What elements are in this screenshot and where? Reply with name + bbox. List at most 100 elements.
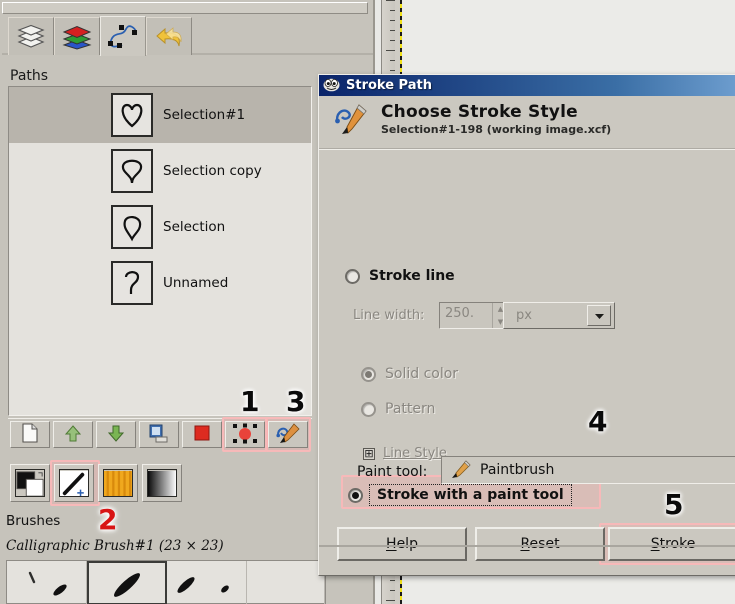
stroke-path-icon bbox=[333, 102, 369, 148]
fg-bg-color-icon bbox=[15, 469, 45, 497]
dialog-titlebar[interactable]: Stroke Path bbox=[319, 75, 735, 96]
gradient-swatch[interactable] bbox=[142, 464, 182, 502]
paths-toolbar bbox=[8, 417, 312, 452]
dialog-body: Stroke line Line width: 250. ▲ ▼ px Soli… bbox=[319, 150, 735, 509]
undo-history-icon bbox=[153, 23, 185, 51]
path-to-selection-icon bbox=[232, 423, 258, 447]
duplicate-icon bbox=[148, 423, 170, 446]
line-width-unit-select[interactable]: px bbox=[503, 302, 615, 329]
chevron-down-icon[interactable] bbox=[587, 305, 611, 326]
solid-color-label: Solid color bbox=[385, 366, 459, 382]
ruler-tick bbox=[390, 30, 395, 31]
stroke-button-label: Stroke bbox=[650, 536, 696, 552]
brush-icon bbox=[59, 469, 89, 497]
dock-menu-bar[interactable] bbox=[2, 2, 368, 14]
focus-outline: Stroke with a paint tool bbox=[369, 484, 572, 506]
channels-icon bbox=[61, 24, 93, 50]
teardrop-path-thumb[interactable] bbox=[111, 149, 153, 193]
expand-plus-icon[interactable]: ⊞ bbox=[363, 447, 375, 460]
annotation-number-2: 2 bbox=[98, 503, 118, 536]
raise-path-button[interactable] bbox=[53, 421, 93, 448]
red-square-icon bbox=[192, 424, 212, 445]
ruler-tick bbox=[390, 60, 395, 61]
stroke-path-icon bbox=[275, 422, 301, 447]
path-list-item-label: Selection bbox=[163, 219, 226, 235]
paths-list[interactable]: Selection#1 Selection copy Selection Unname… bbox=[8, 86, 312, 416]
path-list-item-label: Unnamed bbox=[163, 275, 229, 291]
path-list-item[interactable]: Selection bbox=[9, 199, 311, 255]
sidebar-item-undo-history[interactable] bbox=[146, 17, 192, 55]
path-list-item[interactable]: Selection#1 bbox=[9, 87, 311, 143]
sidebar-item-layers[interactable] bbox=[8, 17, 54, 55]
layers-icon bbox=[16, 24, 46, 50]
ruler-tick bbox=[390, 40, 395, 41]
path-to-selection-button[interactable] bbox=[225, 421, 265, 448]
paint-tool-select[interactable]: Paintbrush bbox=[441, 456, 735, 484]
line-width-value[interactable]: 250. bbox=[440, 303, 492, 328]
pattern-radio[interactable]: Pattern bbox=[361, 401, 435, 417]
dialog-footer: Help Reset Stroke bbox=[319, 513, 735, 575]
reset-button[interactable]: Reset bbox=[475, 527, 605, 561]
radio-indicator-icon bbox=[348, 487, 363, 503]
active-brush-name: Calligraphic Brush#1 (23 × 23) bbox=[6, 538, 224, 554]
sidebar-item-paths[interactable] bbox=[100, 16, 146, 56]
stroke-with-paint-tool-label: Stroke with a paint tool bbox=[377, 487, 564, 503]
paintbrush-icon bbox=[450, 459, 472, 482]
path-list-item-label: Selection#1 bbox=[163, 107, 246, 123]
brush-thumbnail[interactable] bbox=[167, 561, 247, 604]
ruler-tick bbox=[386, 50, 395, 51]
brush-thumbnail[interactable] bbox=[247, 561, 325, 604]
dialog-title: Stroke Path bbox=[346, 78, 432, 93]
leaf-path-thumb[interactable] bbox=[111, 205, 153, 249]
delete-path-button[interactable] bbox=[182, 421, 222, 448]
gradient-icon bbox=[147, 469, 177, 497]
help-button-label: Help bbox=[386, 536, 418, 552]
solid-color-radio[interactable]: Solid color bbox=[361, 366, 458, 382]
path-list-item[interactable]: Selection copy bbox=[9, 143, 311, 199]
path-list-item-label: Selection copy bbox=[163, 163, 262, 179]
brush-thumbnail[interactable] bbox=[7, 561, 87, 604]
brush-grid[interactable] bbox=[6, 560, 326, 604]
stroke-line-radio[interactable]: Stroke line bbox=[345, 268, 455, 284]
path-list-item[interactable]: Unnamed bbox=[9, 255, 311, 311]
foreground-background-swatch[interactable] bbox=[10, 464, 50, 502]
ruler-tick bbox=[390, 70, 395, 71]
pattern-label: Pattern bbox=[385, 401, 436, 417]
page-title: Paths bbox=[10, 68, 49, 84]
stroke-path-button[interactable] bbox=[268, 421, 308, 448]
question-path-thumb[interactable] bbox=[111, 261, 153, 305]
stroke-with-paint-tool-radio[interactable]: Stroke with a paint tool bbox=[348, 484, 572, 506]
wilber-icon bbox=[323, 77, 340, 95]
reset-button-label: Reset bbox=[520, 536, 560, 552]
document-icon bbox=[21, 423, 39, 446]
duplicate-path-button[interactable] bbox=[139, 421, 179, 448]
tool-swatch-row bbox=[6, 460, 306, 506]
dialog-header: Choose Stroke Style Selection#1-198 (wor… bbox=[319, 96, 735, 148]
ruler-tick bbox=[390, 580, 395, 581]
up-arrow-icon bbox=[64, 424, 82, 446]
dock-tab-strip bbox=[2, 16, 373, 56]
ruler-tick bbox=[390, 20, 395, 21]
annotation-number-1: 1 bbox=[240, 385, 260, 418]
annotation-number-3: 3 bbox=[286, 385, 306, 418]
radio-indicator-icon bbox=[345, 268, 360, 284]
down-arrow-icon bbox=[107, 424, 125, 446]
paths-icon bbox=[106, 22, 140, 52]
ruler-tick bbox=[390, 10, 395, 11]
line-style-expander[interactable]: ⊞ Line Style bbox=[363, 446, 447, 461]
line-style-label: Line Style bbox=[383, 446, 447, 461]
paint-tool-label: Paint tool: bbox=[357, 464, 428, 480]
brush-swatch[interactable] bbox=[54, 464, 94, 502]
brush-thumbnail-selected[interactable] bbox=[87, 561, 167, 604]
heart-path-thumb[interactable] bbox=[111, 93, 153, 137]
stroke-line-label: Stroke line bbox=[369, 268, 455, 284]
pattern-swatch[interactable] bbox=[98, 464, 138, 502]
dialog-heading: Choose Stroke Style bbox=[381, 102, 578, 122]
line-width-stepper[interactable]: 250. ▲ ▼ bbox=[439, 302, 509, 329]
lower-path-button[interactable] bbox=[96, 421, 136, 448]
new-path-button[interactable] bbox=[10, 421, 50, 448]
sidebar-item-channels[interactable] bbox=[54, 17, 100, 55]
help-button[interactable]: Help bbox=[337, 527, 467, 561]
stroke-button[interactable]: Stroke bbox=[608, 527, 735, 561]
pattern-icon bbox=[103, 469, 133, 497]
